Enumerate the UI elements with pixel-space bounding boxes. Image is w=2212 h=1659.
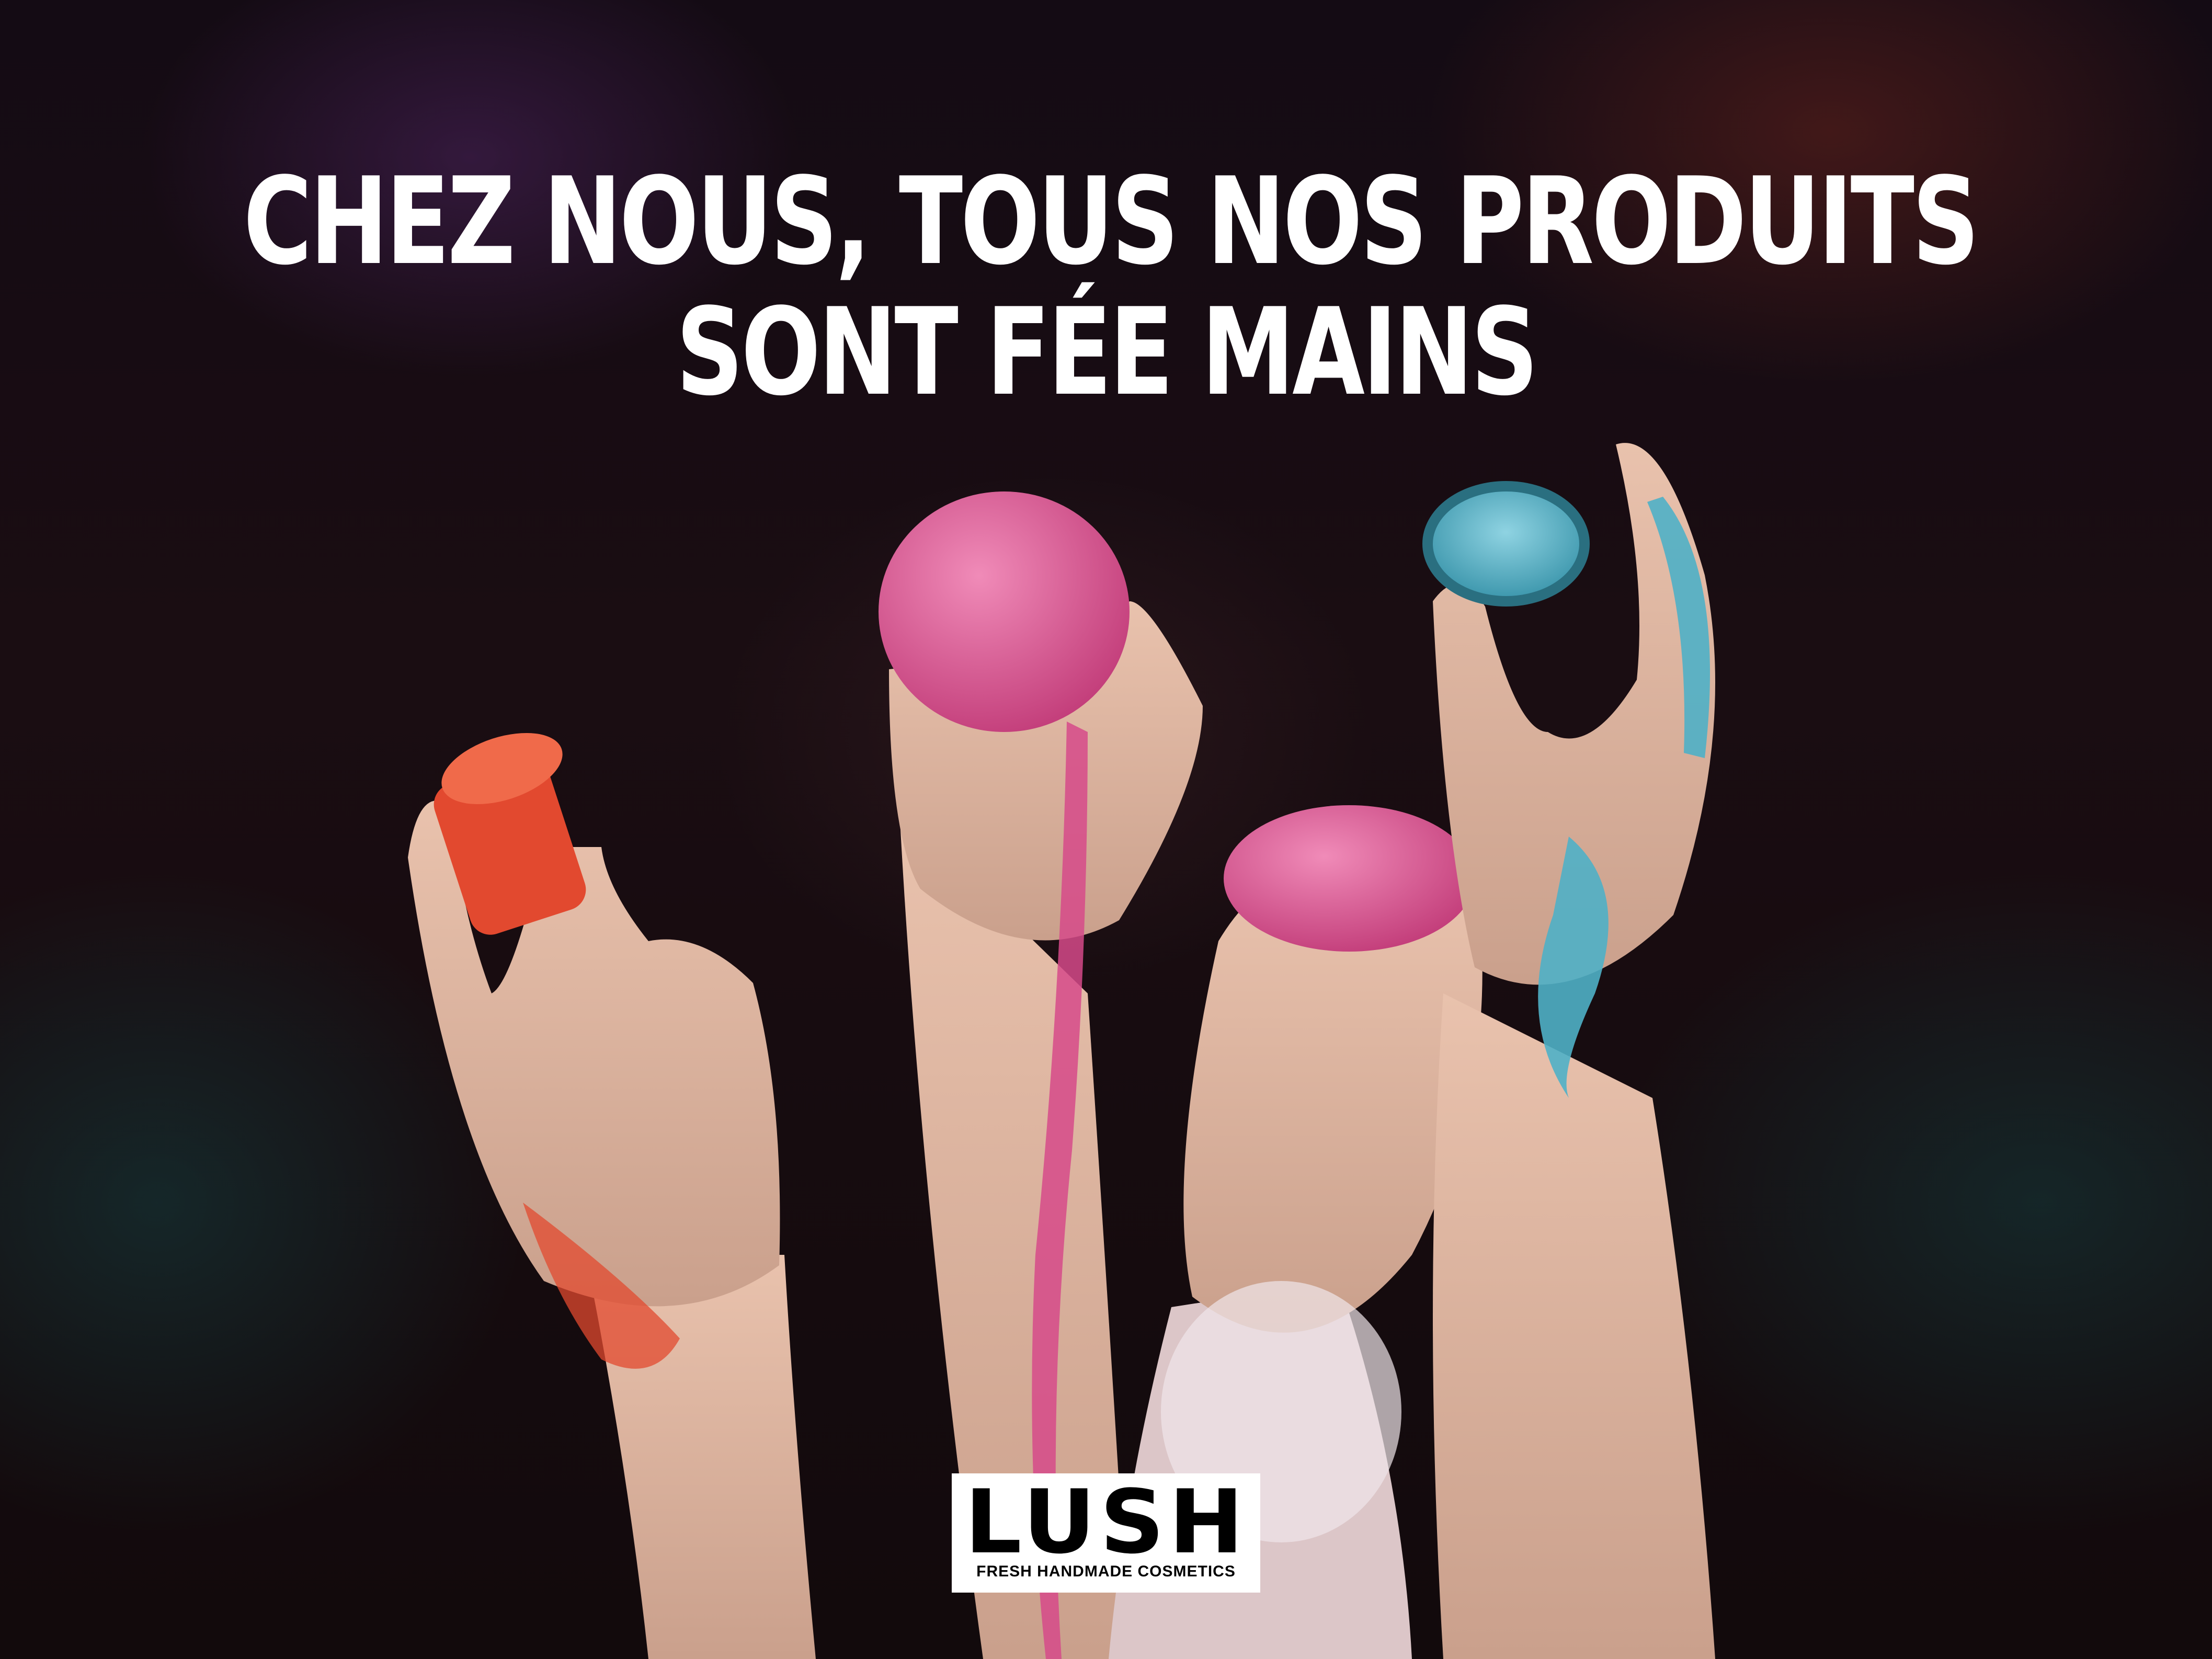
hand-blue-jar [1422, 443, 1715, 1659]
arm-4 [1433, 993, 1715, 1659]
pink-bomb-1 [879, 491, 1130, 732]
lush-wordmark: LUSH [964, 1471, 1248, 1573]
hands-illustration [408, 443, 1715, 1659]
lush-logo: LUSH FRESH HANDMADE COSMETICS [952, 1473, 1260, 1593]
ad-poster: CHEZ NOUS, TOUS NOS PRODUITS SONT FÉE MA… [0, 0, 2212, 1659]
hand-red-scrub [408, 733, 816, 1659]
pink-bomb-2 [1224, 805, 1475, 952]
blue-jar [1422, 481, 1590, 607]
